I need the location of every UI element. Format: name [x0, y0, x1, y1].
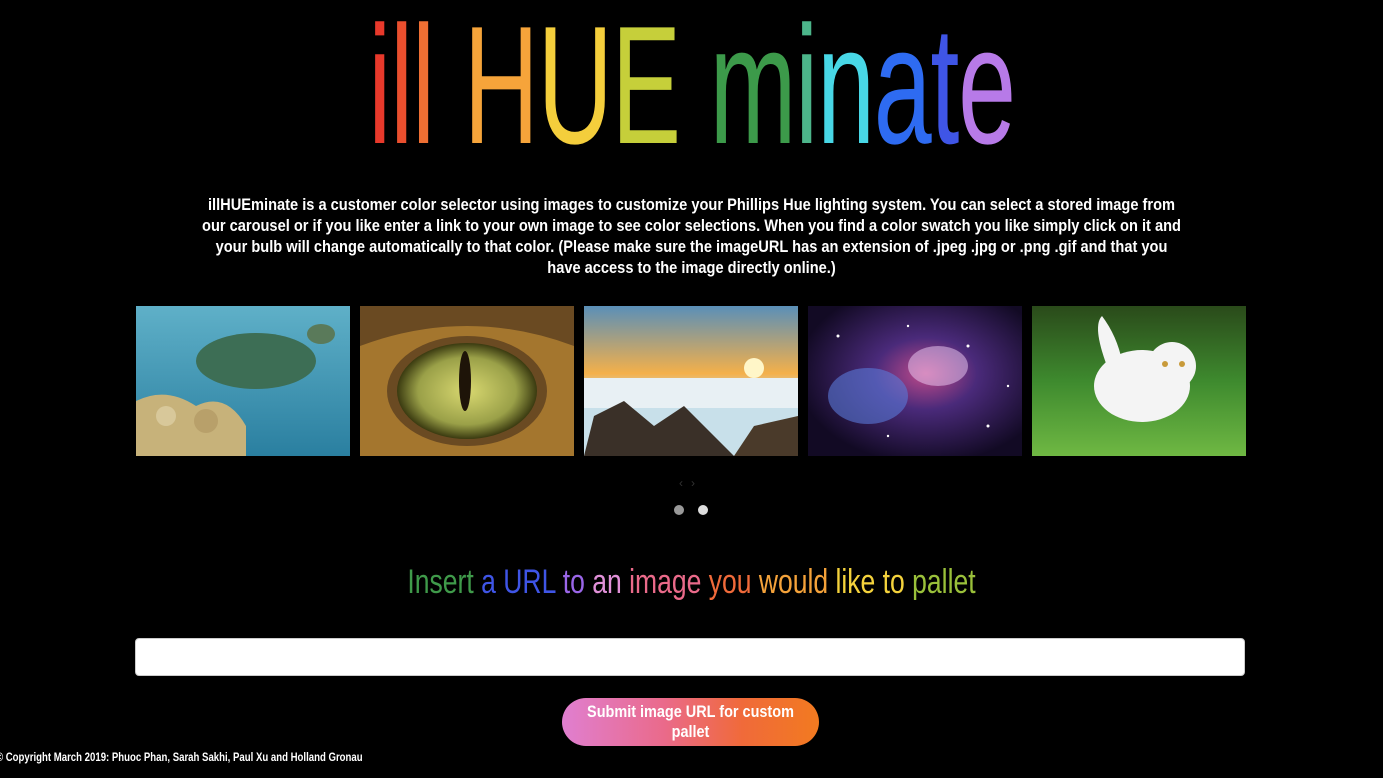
copyright-footer: © Copyright March 2019: Phuoc Phan, Sara…	[0, 750, 363, 764]
carousel-image[interactable]	[136, 306, 350, 456]
carousel-dot[interactable]	[674, 505, 684, 515]
carousel-image-graphic	[136, 306, 350, 456]
prompt-word: you	[708, 563, 752, 601]
title-letter: m	[709, 0, 797, 179]
prompt-word: an	[592, 563, 622, 601]
title-letter: U	[537, 0, 613, 179]
prompt-word: a	[481, 563, 496, 601]
prompt-word: to	[562, 563, 585, 601]
prompt-word: would	[758, 563, 829, 601]
carousel-image-graphic	[1032, 306, 1246, 456]
carousel-nav: ‹›	[674, 476, 708, 492]
carousel-image-graphic	[360, 306, 574, 456]
title-letter: i	[368, 0, 391, 179]
title-letter: n	[817, 0, 875, 179]
title-letter: e	[958, 0, 1016, 179]
carousel-indicators	[674, 505, 710, 517]
title-space	[434, 0, 464, 170]
carousel-image-graphic	[808, 306, 1022, 456]
prompt-word: image	[629, 563, 702, 601]
prompt-word: pallet	[912, 563, 976, 601]
title-letter: E	[611, 0, 681, 179]
url-prompt-heading: Insert a URL to an image you would like …	[152, 560, 1231, 604]
prompt-word: to	[882, 563, 905, 601]
carousel-image[interactable]	[360, 306, 574, 456]
submit-url-button-label: Submit image URL for custom pallet	[587, 702, 794, 741]
submit-url-button[interactable]: Submit image URL for custom pallet	[562, 698, 819, 746]
title-letter: l	[411, 0, 435, 179]
carousel-next-icon[interactable]: ›	[691, 476, 703, 490]
description-text: illHUEminate is a customer color selecto…	[202, 195, 1181, 277]
title-space	[680, 0, 710, 170]
carousel-image[interactable]	[808, 306, 1022, 456]
title-letter: a	[873, 0, 932, 179]
prompt-word: Insert	[407, 563, 474, 601]
carousel-image[interactable]	[584, 306, 798, 456]
title-letter: t	[930, 0, 959, 179]
page-title: ill HUE minate	[263, 0, 1120, 170]
title-letter: l	[390, 0, 413, 179]
title-letter: H	[463, 0, 539, 179]
carousel-image[interactable]	[1032, 306, 1246, 456]
title-letter: i	[795, 0, 818, 179]
carousel-dot[interactable]	[698, 505, 708, 515]
prompt-word: URL	[503, 563, 556, 601]
image-carousel	[136, 306, 1246, 456]
prompt-word: like	[835, 563, 876, 601]
app-root: ill HUE minate illHUEminate is a custome…	[0, 0, 1383, 778]
image-url-input[interactable]	[135, 638, 1245, 676]
carousel-prev-icon[interactable]: ‹	[679, 476, 691, 490]
carousel-image-graphic	[584, 306, 798, 456]
